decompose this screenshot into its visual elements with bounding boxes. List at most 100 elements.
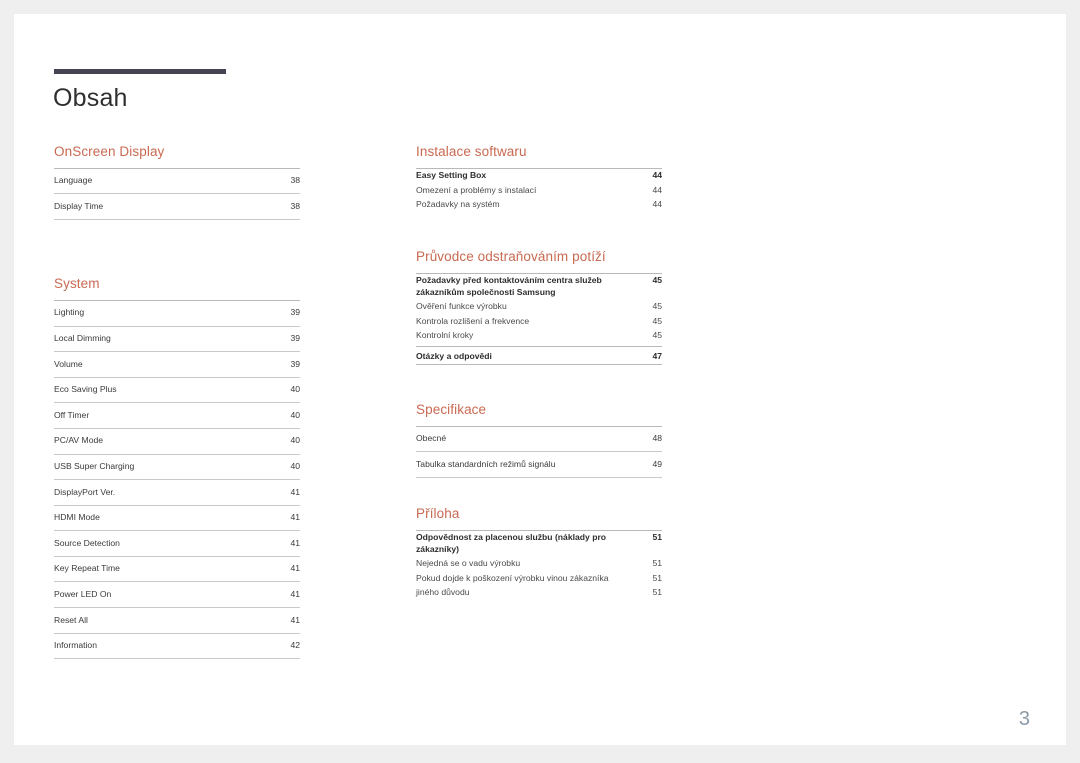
toc-entry-label: Easy Setting Box [416, 170, 487, 181]
toc-section-instalace-softwaru: Instalace softwaru Easy Setting Box 44 Omez… [416, 144, 662, 212]
toc-entry-page-number: 38 [290, 200, 300, 211]
toc-section-pruvodce-odstranovanim-potizi: Průvodce odstraňováním potíží Požadavky p… [416, 249, 662, 365]
toc-section-heading[interactable]: Specifikace [416, 402, 662, 426]
toc-entry-page-number: 41 [290, 614, 300, 625]
toc-entry-source-detection[interactable]: Source Detection 41 [54, 531, 300, 557]
toc-entry-list: Odpovědnost za placenou službu (náklady … [416, 529, 662, 600]
toc-entry-easy-setting-box[interactable]: Easy Setting Box 44 [416, 169, 662, 183]
toc-entry-label: Otázky a odpovědi [416, 350, 492, 361]
toc-entry-page-number: 42 [290, 640, 300, 651]
toc-entry-label: Display Time [54, 200, 104, 211]
toc-entry-page-number: 45 [652, 315, 662, 326]
toc-entry-label: Pokud dojde k poškození výrobku vinou zá… [416, 572, 609, 583]
toc-entry-usb-super-charging[interactable]: USB Super Charging 40 [54, 455, 300, 481]
page-number: 3 [1018, 708, 1030, 730]
toc-entry-label: Local Dimming [54, 333, 111, 344]
toc-entry-page-number: 41 [290, 486, 300, 497]
toc-entry-key-repeat-time[interactable]: Key Repeat Time 41 [54, 557, 300, 583]
toc-entry-odpovednost-za-placenou-sluzbu-naklady-pro-z[interactable]: Odpovědnost za placenou službu (náklady … [416, 531, 662, 557]
toc-column-right: Instalace softwaru Easy Setting Box 44 Omez… [416, 144, 662, 600]
document-page: Obsah OnScreen Display Language 38 Display … [14, 14, 1066, 745]
toc-entry-local-dimming[interactable]: Local Dimming 39 [54, 327, 300, 353]
toc-entry-pokud-dojde-k-poskozeni-vyrobku-vinou-zakazn[interactable]: Pokud dojde k poškození výrobku vinou zá… [416, 571, 662, 585]
toc-entry-otazky-a-odpovedi[interactable]: Otázky a odpovědi 47 [416, 347, 662, 364]
toc-section-onscreen-display: OnScreen Display Language 38 Display Time 38 [54, 144, 300, 221]
toc-entry-displayport-ver[interactable]: DisplayPort Ver. 41 [54, 480, 300, 506]
toc-column-left: OnScreen Display Language 38 Display Time 38… [54, 144, 300, 660]
toc-entry-list: Language 38 Display Time 38 [54, 167, 300, 221]
toc-entry-label: Volume [54, 358, 83, 369]
toc-entry-pc-av-mode[interactable]: PC/AV Mode 40 [54, 429, 300, 455]
toc-entry-reset-all[interactable]: Reset All 41 [54, 608, 300, 634]
toc-entry-tabulka-standardnich-rezimu-signalu[interactable]: Tabulka standardních režimů signálu 49 [416, 452, 662, 479]
toc-entry-page-number: 47 [652, 350, 662, 361]
toc-entry-page-number: 39 [290, 307, 300, 318]
toc-entry-label: PC/AV Mode [54, 435, 104, 446]
toc-entry-information[interactable]: Information 42 [54, 634, 300, 660]
toc-entry-omezeni-a-problemy-s-instalaci[interactable]: Omezení a problémy s instalací 44 [416, 183, 662, 197]
toc-entry-label: Information [54, 640, 97, 651]
toc-entry-page-number: 41 [290, 588, 300, 599]
toc-section-heading[interactable]: Průvodce odstraňováním potíží [416, 249, 662, 273]
toc-entry-label: Obecné [416, 433, 447, 444]
toc-entry-label: Kontrolní kroky [416, 329, 474, 340]
toc-entry-list: Easy Setting Box 44 Omezení a problémy s i… [416, 167, 662, 212]
toc-entry-power-led-on[interactable]: Power LED On 41 [54, 582, 300, 609]
toc-entry-off-timer[interactable]: Off Timer 40 [54, 403, 300, 429]
page-title: Obsah [53, 84, 128, 112]
toc-entry-label: Tabulka standardních režimů signálu [416, 458, 556, 469]
toc-entry-label: Kontrola rozlišení a frekvence [416, 315, 530, 326]
toc-section-priloha: Příloha Odpovědnost za placenou službu (n… [416, 506, 662, 600]
toc-section-heading[interactable]: Příloha [416, 506, 662, 530]
toc-entry-label: Language [54, 175, 93, 186]
toc-entry-page-number: 44 [652, 184, 662, 195]
toc-entry-kontrola-rozliseni-a-frekvence[interactable]: Kontrola rozlišení a frekvence 45 [416, 314, 662, 328]
toc-entry-page-number: 49 [652, 458, 662, 469]
toc-section-heading[interactable]: OnScreen Display [54, 144, 300, 168]
toc-entry-page-number: 45 [652, 301, 662, 312]
toc-entry-list: Lighting 39 Local Dimming 39 Volume 39 Eco Sav… [54, 299, 300, 660]
toc-section-heading[interactable]: System [54, 276, 300, 300]
toc-entry-label: Eco Saving Plus [54, 384, 117, 395]
toc-entry-page-number: 39 [290, 333, 300, 344]
toc-entry-label: HDMI Mode [54, 512, 100, 523]
toc-entry-label: Požadavky na systém [416, 199, 500, 210]
toc-entry-page-number: 45 [652, 329, 662, 340]
toc-entry-page-number: 51 [652, 587, 662, 597]
toc-entry-pozadavky-na-system[interactable]: Požadavky na systém 44 [416, 198, 662, 212]
toc-entry-kontrolni-kroky[interactable]: Kontrolní kroky 45 [416, 329, 662, 343]
toc-entry-label: Ověření funkce výrobku [416, 301, 507, 312]
toc-entry-label: Odpovědnost za placenou službu (náklady … [416, 532, 607, 554]
toc-entry-nejedna-se-o-vadu-vyrobku[interactable]: Nejedná se o vadu výrobku 51 [416, 557, 662, 571]
title-rule-decoration [54, 69, 226, 74]
toc-entry-label: Nejedná se o vadu výrobku [416, 558, 521, 569]
toc-entry-volume[interactable]: Volume 39 [54, 352, 300, 378]
toc-entry-label: Omezení a problémy s instalací [416, 184, 537, 195]
toc-section-heading[interactable]: Instalace softwaru [416, 144, 662, 168]
toc-entry-label: USB Super Charging [54, 461, 135, 471]
toc-entry-page-number: 48 [652, 433, 662, 444]
toc-entry-page-number: 44 [652, 170, 662, 181]
toc-entry-jineho-duvodu[interactable]: jiného důvodu 51 [416, 586, 662, 600]
toc-entry-lighting[interactable]: Lighting 39 [54, 301, 300, 327]
toc-entry-page-number: 44 [652, 199, 662, 210]
toc-entry-page-number: 40 [290, 409, 300, 420]
toc-entry-page-number: 41 [290, 563, 300, 574]
toc-entry-hdmi-mode[interactable]: HDMI Mode 41 [54, 506, 300, 532]
toc-entry-page-number: 41 [290, 537, 300, 548]
toc-entry-obecne[interactable]: Obecné 48 [416, 427, 662, 453]
toc-entry-page-number: 40 [290, 461, 300, 471]
toc-entry-pozadavky-pred-kontaktovanim-centra-sluzeb-z[interactable]: Požadavky před kontaktováním centra služ… [416, 274, 662, 300]
toc-entry-eco-saving-plus[interactable]: Eco Saving Plus 40 [54, 378, 300, 404]
toc-entry-list-closing: Otázky a odpovědi 47 [416, 347, 662, 364]
toc-entry-label: Off Timer [54, 409, 90, 420]
toc-section-specifikace: Specifikace Obecné 48 Tabulka standardních … [416, 402, 662, 479]
toc-entry-overeni-funkce-vyrobku[interactable]: Ověření funkce výrobku 45 [416, 300, 662, 314]
toc-entry-display-time[interactable]: Display Time 38 [54, 194, 300, 221]
toc-entry-page-number: 39 [290, 358, 300, 369]
toc-entry-language[interactable]: Language 38 [54, 169, 300, 195]
toc-entry-label: DisplayPort Ver. [54, 486, 116, 497]
